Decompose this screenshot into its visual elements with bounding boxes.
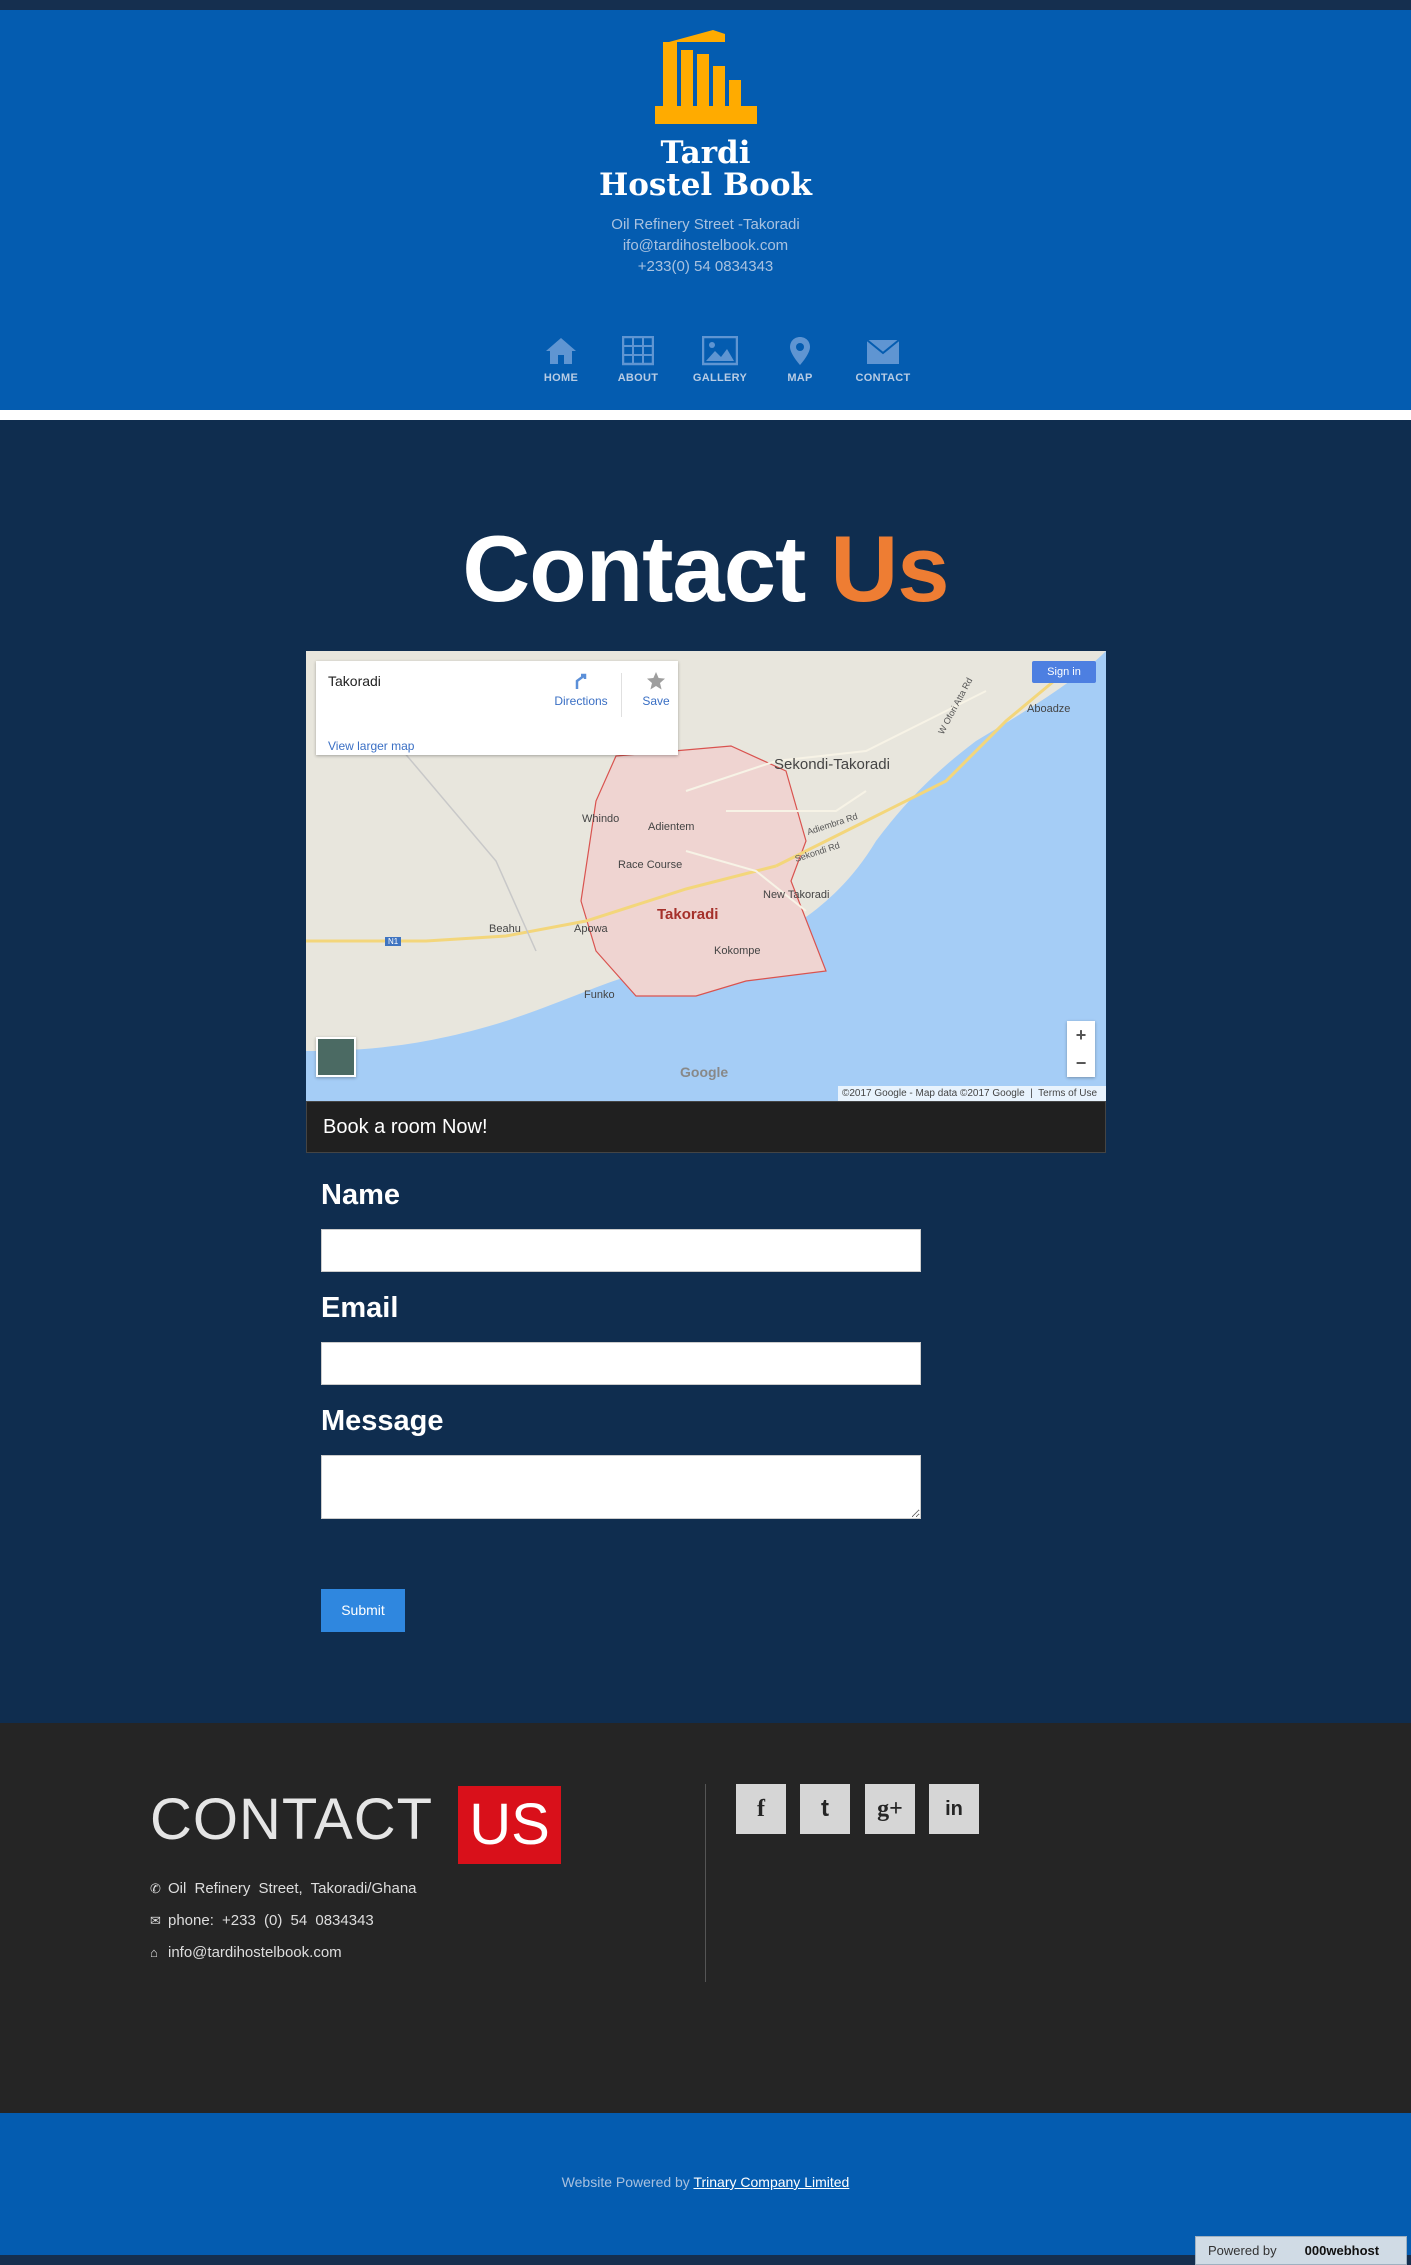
view-larger-map-link[interactable]: View larger map <box>328 739 414 753</box>
nav-item-home[interactable]: HOME <box>521 336 601 384</box>
map-label-race-course: Race Course <box>618 859 683 871</box>
map-label-beahu: Beahu <box>489 923 521 935</box>
nav-item-gallery[interactable]: GALLERY <box>680 336 760 384</box>
nav-item-map[interactable]: MAP <box>760 336 840 384</box>
footer-title-accent: US <box>458 1786 561 1864</box>
brand-name-line1: Tardi <box>660 135 751 171</box>
badge-prefix: Powered by <box>1208 2243 1277 2258</box>
satellite-toggle[interactable] <box>316 1037 356 1077</box>
map-place-name: Takoradi <box>328 673 381 689</box>
email-input[interactable] <box>321 1342 921 1385</box>
nav-label-about: ABOUT <box>617 372 659 384</box>
zoom-in-button[interactable]: + <box>1067 1021 1095 1049</box>
nav-item-about[interactable]: ABOUT <box>598 336 678 384</box>
map-label-whindo: Whindo <box>582 813 620 825</box>
footer-address-text: Oil Refinery Street, Takoradi/Ghana <box>168 1880 417 1897</box>
facebook-icon[interactable]: f <box>736 1784 786 1834</box>
submit-button[interactable]: Submit <box>321 1589 405 1632</box>
footer-phone-text: phone: +233 (0) 54 0834343 <box>168 1912 374 1929</box>
map-road-shield: N1 <box>385 937 402 946</box>
home-icon: ⌂ <box>150 1945 158 1960</box>
main-nav: HOME ABOUT GALLERY MAP CONTACT <box>0 336 1411 396</box>
map-label-sekondi-takoradi: Sekondi-Takoradi <box>774 756 890 773</box>
envelope-icon <box>866 339 900 364</box>
header-phone: +233(0) 54 0834343 <box>637 258 774 275</box>
header-email: ifo@tardihostelbook.com <box>622 237 789 254</box>
grid-icon <box>622 336 654 366</box>
powered-by-line: Website Powered by Trinary Company Limit… <box>0 2174 1411 2190</box>
message-textarea[interactable] <box>321 1455 921 1519</box>
map-copyright: ©2017 Google - Map data ©2017 Google <box>842 1088 1025 1099</box>
map-label-funko: Funko <box>584 989 615 1001</box>
brand-name-line2: Hostel Book <box>598 167 813 203</box>
nav-label-gallery: GALLERY <box>692 372 748 384</box>
book-room-bar: Book a room Now! <box>306 1101 1106 1153</box>
google-logo: Google <box>680 1064 729 1080</box>
footer-divider <box>705 1784 706 1982</box>
directions-icon <box>575 673 587 689</box>
map-pin-icon <box>790 337 810 365</box>
embedded-map[interactable]: Sekondi-Takoradi Aboadze Whindo Adientem… <box>306 651 1106 1101</box>
map-save-label: Save <box>642 694 670 708</box>
twitter-icon[interactable]: t <box>800 1784 850 1834</box>
star-icon <box>647 672 665 690</box>
map-label-kokompe: Kokompe <box>714 945 761 957</box>
webhost-badge[interactable]: Powered by 000webhost <box>1195 2236 1407 2265</box>
map-terms-link[interactable]: Terms of Use <box>1038 1088 1097 1099</box>
footer-email-text: info@tardihostelbook.com <box>168 1944 342 1961</box>
map-save-button[interactable]: Save <box>626 671 686 708</box>
nav-item-contact[interactable]: CONTACT <box>843 336 923 384</box>
footer-phone: ✉ phone: +233 (0) 54 0834343 <box>150 1912 374 1929</box>
map-zoom-controls: + − <box>1067 1021 1095 1077</box>
map-directions-button[interactable]: Directions <box>551 671 611 708</box>
page-title-main: Contact <box>462 516 806 621</box>
google-plus-icon[interactable]: g+ <box>865 1784 915 1834</box>
envelope-icon: ✉ <box>150 1913 161 1928</box>
phone-icon: ✆ <box>150 1881 161 1896</box>
map-label-adientem: Adientem <box>648 821 695 833</box>
nav-label-contact: CONTACT <box>855 372 911 384</box>
map-label-new-takoradi: New Takoradi <box>763 889 830 901</box>
map-label-aboadze: Aboadze <box>1027 703 1071 715</box>
name-input[interactable] <box>321 1229 921 1272</box>
footer-title: CONTACT <box>150 1787 434 1852</box>
nav-label-home: HOME <box>543 372 579 384</box>
map-card-divider <box>621 673 622 717</box>
top-strip <box>0 0 1411 10</box>
map-label-takoradi: Takoradi <box>657 906 719 923</box>
map-label-apowa: Apowa <box>574 923 608 935</box>
message-label: Message <box>321 1405 444 1437</box>
map-place-card: Takoradi Directions Save View larger map <box>316 661 678 755</box>
footer-address: ✆ Oil Refinery Street, Takoradi/Ghana <box>150 1880 417 1897</box>
header-address: Oil Refinery Street -Takoradi <box>611 216 800 233</box>
map-sign-in-button[interactable]: Sign in <box>1032 661 1096 683</box>
footer-email: ⌂ info@tardihostelbook.com <box>150 1944 342 1961</box>
nav-label-map: MAP <box>787 372 813 384</box>
image-icon <box>702 336 738 366</box>
linkedin-icon[interactable]: in <box>929 1784 979 1834</box>
email-label: Email <box>321 1292 399 1324</box>
header-divider <box>0 410 1411 420</box>
zoom-out-button[interactable]: − <box>1067 1049 1095 1077</box>
trinary-company-link[interactable]: Trinary Company Limited <box>693 2174 849 2190</box>
badge-host: 000webhost <box>1304 2243 1380 2258</box>
name-label: Name <box>321 1179 400 1211</box>
page-title-accent: Us <box>830 516 949 621</box>
map-copyright-bar: ©2017 Google - Map data ©2017 Google | T… <box>838 1086 1106 1101</box>
map-directions-label: Directions <box>554 694 608 708</box>
home-icon <box>546 338 576 364</box>
hostel-logo-icon <box>655 30 757 124</box>
powered-by-text: Website Powered by <box>561 2174 690 2190</box>
page-title: Contact Us <box>0 515 1411 623</box>
